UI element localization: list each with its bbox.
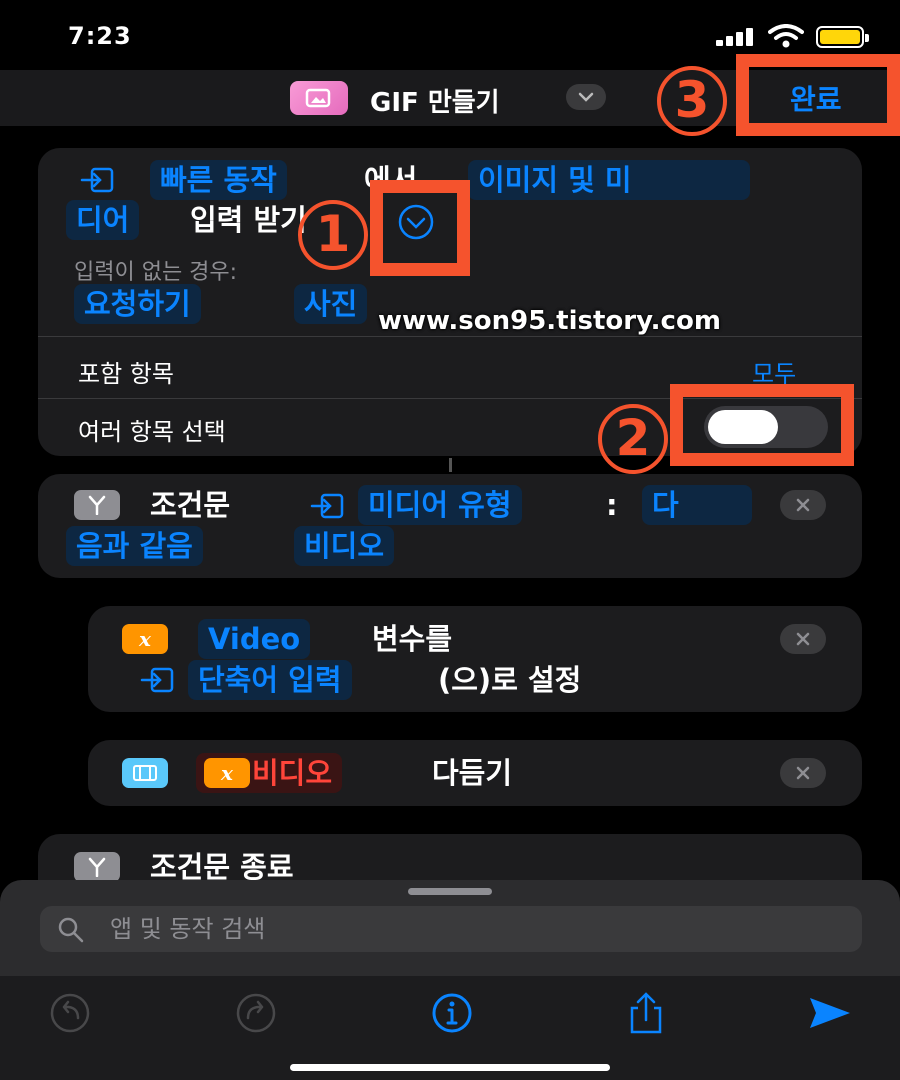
variable-name-token[interactable]: Video — [198, 619, 311, 659]
search-field[interactable] — [40, 906, 862, 952]
trim-video-action: x 비디오 다듬기 — [88, 740, 862, 806]
status-time: 7:23 — [68, 22, 132, 50]
include-label: 포함 항목 — [78, 360, 174, 388]
photo-token[interactable]: 사진 — [294, 284, 368, 324]
search-input[interactable] — [110, 906, 850, 952]
shortcut-input-token[interactable]: 단축어 입력 — [188, 660, 352, 700]
redo-icon[interactable] — [226, 992, 286, 1034]
info-icon[interactable] — [422, 992, 482, 1034]
annotation-box-1 — [370, 180, 470, 276]
type-token-cont[interactable]: 디어 — [66, 200, 140, 240]
annotation-badge-3: 3 — [657, 66, 727, 136]
if-action: 조건문 미디어 유형 : 다 음과 같음 비디오 — [38, 474, 862, 578]
annotation-box-2 — [670, 384, 854, 466]
video-variable-label: 비디오 — [252, 756, 333, 790]
remove-action-button[interactable] — [780, 758, 826, 788]
home-indicator — [290, 1064, 610, 1071]
source-token[interactable]: 빠른 동작 — [150, 160, 287, 200]
variable-icon: x — [204, 758, 250, 788]
annotation-badge-2: 2 — [598, 404, 668, 474]
video-variable-token[interactable]: x 비디오 — [196, 753, 343, 793]
wifi-icon — [768, 24, 804, 48]
condition-token[interactable]: 다 — [642, 485, 752, 525]
remove-action-button[interactable] — [780, 490, 826, 520]
if-label: 조건문 — [150, 488, 231, 522]
trim-video-icon — [122, 758, 168, 788]
input-icon — [80, 167, 114, 193]
if-icon — [74, 852, 120, 882]
set-text-suffix: (으)로 설정 — [438, 663, 582, 697]
undo-icon[interactable] — [40, 992, 100, 1034]
play-icon[interactable] — [800, 992, 860, 1034]
colon: : — [606, 488, 618, 522]
multi-select-label: 여러 항목 선택 — [78, 418, 226, 446]
annotation-box-3 — [736, 54, 900, 136]
if-icon — [74, 490, 120, 520]
share-icon[interactable] — [616, 992, 676, 1034]
close-icon — [796, 632, 810, 646]
shortcut-app-icon[interactable] — [290, 81, 348, 115]
input-icon — [310, 493, 344, 519]
trim-text: 다듬기 — [432, 756, 513, 790]
watermark: www.son95.tistory.com — [378, 306, 721, 336]
receive-text: 입력 받기 — [190, 203, 307, 237]
chevron-down-icon — [578, 92, 594, 102]
type-token[interactable]: 이미지 및 미 — [468, 160, 750, 200]
battery-icon — [816, 26, 869, 48]
remove-action-button[interactable] — [780, 624, 826, 654]
media-type-token[interactable]: 미디어 유형 — [358, 485, 522, 525]
variable-icon: x — [122, 624, 168, 654]
sheet-grabber[interactable] — [408, 888, 492, 895]
input-icon — [140, 667, 174, 693]
no-input-label: 입력이 없는 경우: — [74, 260, 238, 285]
search-icon — [58, 917, 84, 943]
title-menu-button[interactable] — [566, 84, 606, 110]
divider — [38, 336, 862, 337]
close-icon — [796, 498, 810, 512]
set-text: 변수를 — [372, 622, 453, 656]
flow-connector — [449, 458, 452, 472]
cellular-signal-icon — [716, 28, 756, 46]
shortcut-title[interactable]: GIF 만들기 — [370, 82, 500, 119]
set-variable-action: x Video 변수를 단축어 입력 (으)로 설정 — [88, 606, 862, 712]
action-search-sheet — [0, 880, 900, 1080]
value-token[interactable]: 비디오 — [294, 526, 395, 566]
condition-token-cont[interactable]: 음과 같음 — [66, 526, 203, 566]
ask-token[interactable]: 요청하기 — [74, 284, 201, 324]
annotation-badge-1: 1 — [298, 200, 368, 270]
close-icon — [796, 766, 810, 780]
